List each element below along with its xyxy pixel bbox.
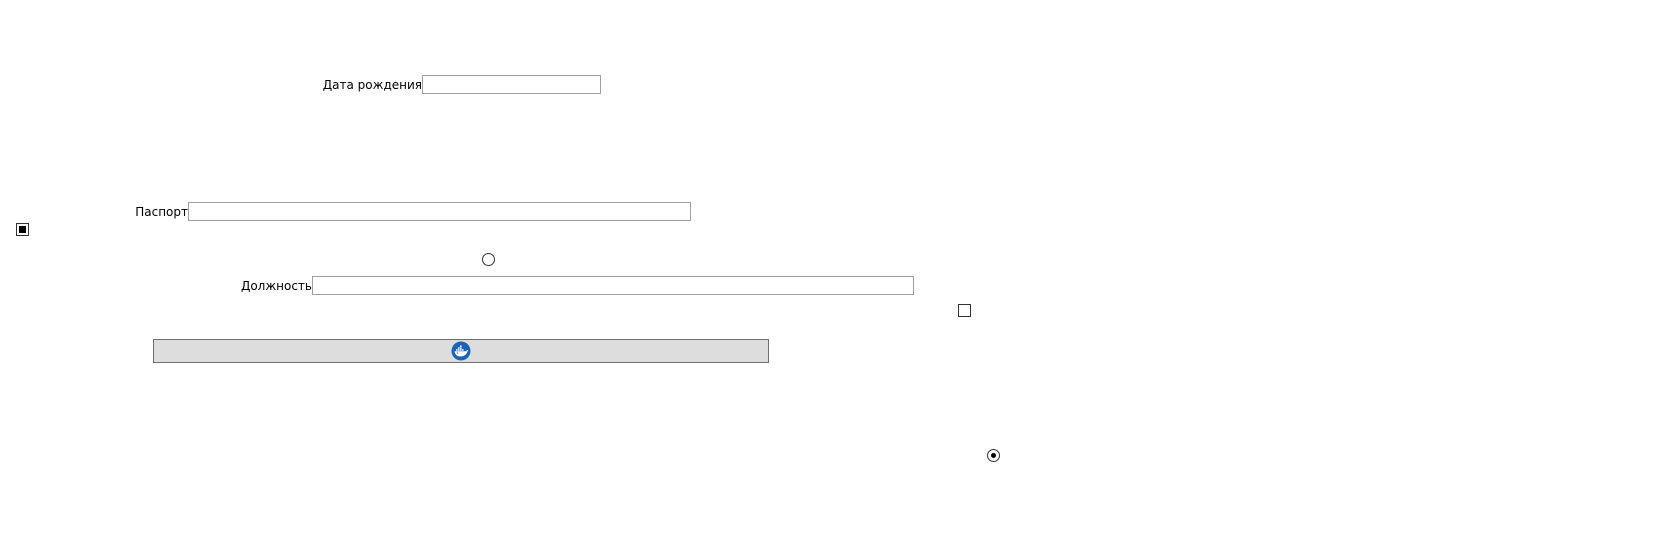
passport-label: Паспорт — [135, 205, 188, 219]
radio-selected-dot-icon — [991, 453, 996, 458]
birth-date-label: Дата рождения — [322, 78, 422, 92]
position-label: Должность — [240, 279, 312, 293]
right-checkbox[interactable] — [958, 304, 971, 317]
bottom-radio-button[interactable] — [987, 449, 1000, 462]
birth-date-field[interactable] — [422, 75, 601, 94]
position-field[interactable] — [312, 276, 914, 295]
indeterminate-mark-icon — [19, 226, 26, 233]
docker-whale-icon — [451, 341, 471, 361]
top-radio-button[interactable] — [482, 253, 495, 266]
passport-field[interactable] — [188, 202, 691, 221]
left-checkbox[interactable] — [16, 223, 29, 236]
image-button[interactable] — [153, 339, 769, 363]
